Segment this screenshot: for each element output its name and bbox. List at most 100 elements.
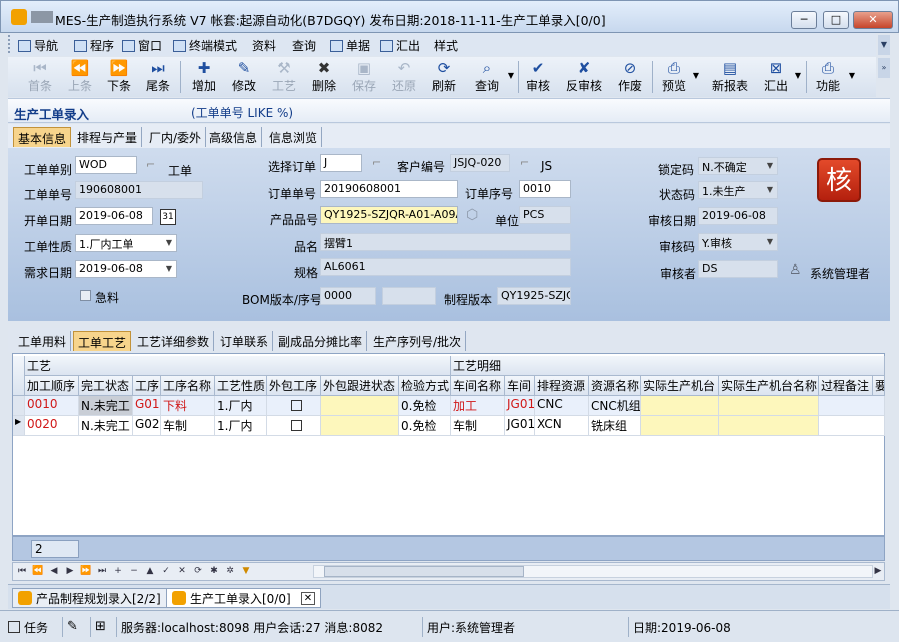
cell-workshop[interactable]: JG01: [505, 396, 535, 416]
order-no-field[interactable]: 190608001: [75, 181, 203, 199]
first-button[interactable]: ⏮ 首条: [26, 59, 54, 95]
tree-icon[interactable]: ⊞: [90, 617, 110, 637]
new-report-button[interactable]: ▤ 新报表: [710, 59, 750, 95]
cell-resource-name[interactable]: CNC机组: [589, 396, 641, 416]
bom-version-field[interactable]: 0000: [320, 287, 376, 305]
tab-order-process[interactable]: 工单工艺: [73, 331, 132, 351]
cell-status[interactable]: N.未完工: [79, 396, 133, 416]
cell-proc[interactable]: G01: [133, 396, 161, 416]
cell-seq[interactable]: 0010: [25, 396, 79, 416]
audit-button[interactable]: ✔ 审核: [524, 59, 552, 95]
col-outsource[interactable]: 外包工序: [267, 376, 321, 396]
edit-button[interactable]: ✎ 修改: [230, 59, 258, 95]
col-outsource-status[interactable]: 外包跟进状态: [321, 376, 399, 396]
nav-prev-page-icon[interactable]: ⏪: [31, 564, 45, 579]
add-button[interactable]: ✚ 增加: [190, 59, 218, 95]
last-button[interactable]: ⏭ 尾条: [144, 59, 172, 95]
cube-icon[interactable]: ⬡: [466, 207, 482, 223]
nav-cancel-icon[interactable]: ✕: [175, 564, 189, 579]
demand-date-field[interactable]: 2019-06-08 ▼: [75, 260, 177, 278]
col-proc-name[interactable]: 工序名称: [161, 376, 215, 396]
tab-product-process-planning[interactable]: 产品制程规划录入[2/2]: [12, 588, 167, 608]
cell-inspect[interactable]: 0.免检: [399, 396, 451, 416]
cell-outsource[interactable]: [267, 416, 321, 436]
order-seq-field[interactable]: 0010: [519, 180, 571, 198]
open-date-field[interactable]: 2019-06-08: [75, 207, 153, 225]
row-header[interactable]: [13, 396, 25, 416]
lookup-icon[interactable]: ⌐: [372, 156, 381, 169]
nature-select[interactable]: 1.厂内工单 ▼: [75, 234, 177, 252]
cell-outsource-status[interactable]: [321, 396, 399, 416]
preview-button[interactable]: ⎙ 预览: [660, 59, 688, 95]
tab-inhouse-outsource[interactable]: 厂内/委外: [145, 127, 207, 147]
tab-advanced[interactable]: 高级信息: [205, 127, 263, 147]
lookup-icon[interactable]: ⌐: [520, 156, 529, 169]
row-pointer-icon[interactable]: ▶: [13, 416, 25, 436]
cell-seq[interactable]: 0020: [25, 416, 79, 436]
cell-machine[interactable]: [641, 416, 719, 436]
tab-byproduct-ratio[interactable]: 副成品分摊比率: [274, 331, 368, 351]
refresh-button[interactable]: ⟳ 刷新: [430, 59, 458, 95]
unaudit-button[interactable]: ✘ 反审核: [564, 59, 604, 95]
delete-button[interactable]: ✖ 删除: [310, 59, 338, 95]
menu-terminal[interactable]: 终端模式: [173, 37, 237, 54]
nav-prev-icon[interactable]: ◀: [47, 564, 61, 579]
col-more[interactable]: 要: [873, 376, 885, 396]
cell-proc[interactable]: G02: [133, 416, 161, 436]
col-machine[interactable]: 实际生产机台: [641, 376, 719, 396]
close-tab-icon[interactable]: ✕: [300, 591, 316, 605]
col-remark[interactable]: 过程备注: [819, 376, 873, 396]
menu-documents[interactable]: 单据: [330, 37, 370, 54]
tab-materials[interactable]: 工单用料: [14, 331, 72, 351]
col-machine-name[interactable]: 实际生产机台名称: [719, 376, 819, 396]
unit-field[interactable]: PCS: [519, 206, 571, 224]
menu-window[interactable]: 窗口: [122, 37, 162, 54]
sales-order-field[interactable]: 20190608001: [320, 180, 458, 198]
scrollbar-thumb[interactable]: [324, 566, 524, 577]
audit-stamp-button[interactable]: 核: [817, 158, 861, 202]
cell-remark[interactable]: [819, 416, 885, 436]
col-inspect[interactable]: 检验方式: [399, 376, 451, 396]
col-workshop[interactable]: 车间: [505, 376, 535, 396]
nav-next-page-icon[interactable]: ⏩: [79, 564, 93, 579]
cell-nature[interactable]: 1.厂内: [215, 396, 267, 416]
close-button[interactable]: ✕: [853, 11, 893, 29]
bom-seq-field[interactable]: [382, 287, 436, 305]
customer-no-field[interactable]: JSJQ-020: [450, 154, 510, 172]
cell-proc-name[interactable]: 车制: [161, 416, 215, 436]
nav-star-icon[interactable]: ✱: [207, 564, 221, 579]
nav-up-icon[interactable]: ▲: [143, 564, 157, 579]
auditor-field[interactable]: DS: [698, 260, 778, 278]
query-button[interactable]: ⌕ 查询: [470, 59, 504, 95]
cell-machine-name[interactable]: [719, 416, 819, 436]
task-button[interactable]: 任务: [4, 617, 52, 637]
col-workshop-name[interactable]: 车间名称: [451, 376, 505, 396]
status-code-select[interactable]: 1.未生产 ▼: [698, 181, 778, 199]
minimize-button[interactable]: ─: [791, 11, 817, 29]
outsource-checkbox[interactable]: [291, 400, 302, 411]
void-button[interactable]: ⊘ 作废: [616, 59, 644, 95]
cell-machine[interactable]: [641, 396, 719, 416]
tab-serial-batch[interactable]: 生产序列号/批次: [369, 331, 467, 351]
col-nature[interactable]: 工艺性质: [215, 376, 267, 396]
scroll-right-icon[interactable]: ▶: [871, 564, 885, 579]
outsource-checkbox[interactable]: [291, 420, 302, 431]
cell-machine-name[interactable]: [719, 396, 819, 416]
restore-button[interactable]: ↶ 还原: [390, 59, 418, 95]
tab-process-params[interactable]: 工艺详细参数: [133, 331, 215, 351]
tab-info-browse[interactable]: 信息浏览: [265, 127, 323, 147]
col-proc[interactable]: 工序: [133, 376, 161, 396]
toolbar-scroll-icon[interactable]: »: [878, 58, 890, 78]
audit-code-select[interactable]: Y.审核 ▼: [698, 233, 778, 251]
cell-resource-name[interactable]: 铣床组: [589, 416, 641, 436]
audit-date-field[interactable]: 2019-06-08: [698, 207, 778, 225]
next-button[interactable]: ⏩ 下条: [105, 59, 133, 95]
cell-inspect[interactable]: 0.免检: [399, 416, 451, 436]
cell-resource[interactable]: CNC: [535, 396, 589, 416]
notepad-icon[interactable]: ✎: [62, 617, 82, 637]
cell-outsource-status[interactable]: [321, 416, 399, 436]
menu-scroll-down-icon[interactable]: ▼: [878, 35, 890, 55]
menu-data[interactable]: 资料: [252, 37, 276, 54]
calendar-icon[interactable]: 31: [160, 209, 176, 225]
nav-delete-icon[interactable]: −: [127, 564, 141, 579]
